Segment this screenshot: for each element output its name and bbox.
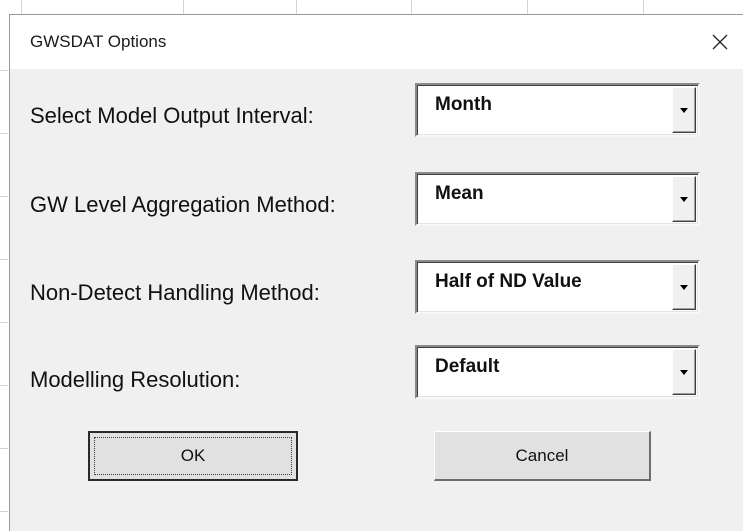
close-button[interactable] — [697, 15, 743, 69]
options-dialog: GWSDAT Options Select Model Output Inter… — [9, 14, 743, 531]
grid-line — [0, 322, 8, 323]
chevron-down-icon — [680, 196, 688, 202]
non-detect-value: Half of ND Value — [435, 271, 582, 292]
grid-line — [527, 0, 528, 14]
chevron-down-icon — [680, 107, 688, 113]
ok-button[interactable]: OK — [88, 431, 298, 481]
grid-line — [411, 0, 412, 14]
output-interval-select[interactable]: Month — [415, 83, 700, 137]
grid-line — [0, 70, 8, 71]
dialog-titlebar[interactable]: GWSDAT Options — [10, 15, 743, 69]
grid-line — [0, 133, 8, 134]
gw-aggregation-value: Mean — [435, 183, 484, 204]
close-icon — [712, 34, 728, 50]
chevron-down-icon — [680, 284, 688, 290]
cancel-button[interactable]: Cancel — [434, 431, 651, 481]
grid-line — [0, 511, 8, 512]
modelling-resolution-dropdown-button[interactable] — [672, 349, 696, 395]
output-interval-value: Month — [435, 94, 492, 115]
non-detect-label: Non-Detect Handling Method: — [30, 280, 320, 305]
non-detect-dropdown-button[interactable] — [672, 264, 696, 310]
grid-line — [296, 0, 297, 14]
modelling-resolution-value: Default — [435, 356, 500, 377]
gw-aggregation-select[interactable]: Mean — [415, 172, 700, 226]
grid-line — [0, 196, 8, 197]
modelling-resolution-label: Modelling Resolution: — [30, 367, 241, 392]
gw-aggregation-dropdown-button[interactable] — [672, 176, 696, 222]
grid-line — [0, 385, 8, 386]
grid-line — [183, 0, 184, 14]
grid-line — [0, 448, 8, 449]
output-interval-label: Select Model Output Interval: — [30, 103, 314, 128]
focus-rectangle — [94, 437, 292, 475]
grid-line — [643, 0, 644, 14]
grid-line — [21, 0, 22, 14]
chevron-down-icon — [680, 369, 688, 375]
gw-aggregation-label: GW Level Aggregation Method: — [30, 192, 336, 217]
modelling-resolution-select[interactable]: Default — [415, 345, 700, 399]
grid-line — [0, 259, 8, 260]
non-detect-select[interactable]: Half of ND Value — [415, 260, 700, 314]
cancel-button-label: Cancel — [515, 445, 569, 465]
dialog-title: GWSDAT Options — [30, 32, 167, 51]
output-interval-dropdown-button[interactable] — [672, 87, 696, 133]
